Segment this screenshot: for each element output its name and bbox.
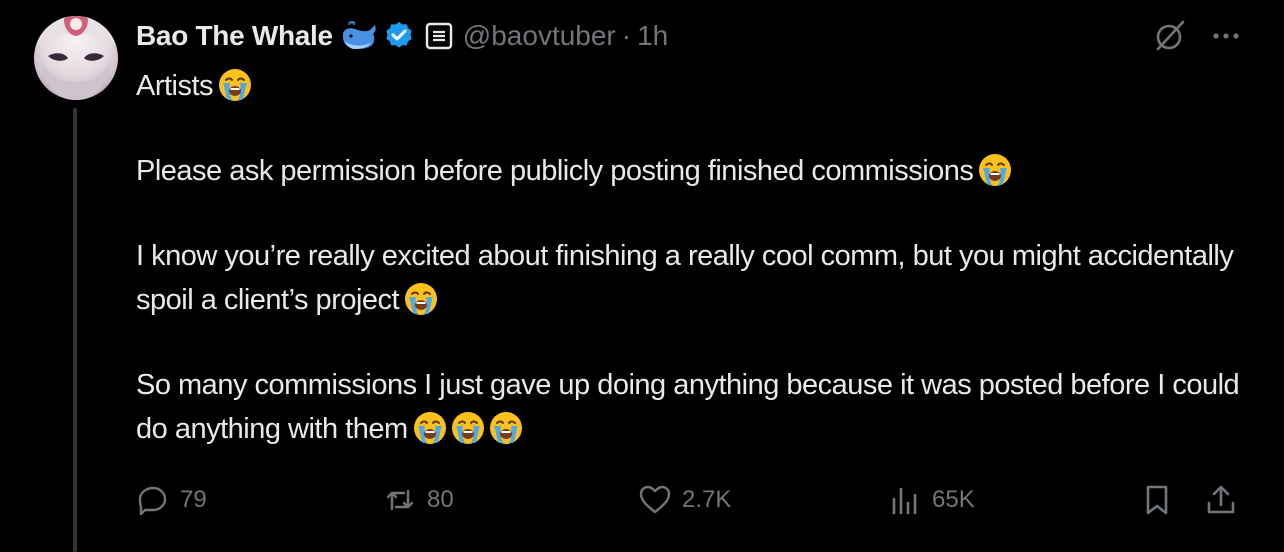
loudly-crying-face-icon — [977, 152, 1013, 188]
bookmark-icon[interactable] — [1140, 483, 1174, 517]
reply-icon — [136, 483, 170, 517]
loudly-crying-face-icon — [412, 410, 448, 446]
post-time[interactable]: 1h — [637, 20, 668, 52]
like-count: 2.7K — [682, 486, 732, 513]
tweet-text: Artists Please ask permission before pub… — [136, 64, 1256, 451]
view-count: 65K — [932, 486, 975, 513]
verified-badge-icon[interactable] — [383, 20, 415, 52]
more-icon[interactable] — [1208, 18, 1244, 54]
tweet-paragraph: Please ask permission before publicly po… — [136, 149, 1256, 193]
action-bar: 79 80 2.7K 65K — [136, 478, 1248, 522]
avatar-image — [34, 16, 118, 100]
heart-icon — [638, 483, 672, 517]
loudly-crying-face-icon — [217, 67, 253, 103]
author-handle[interactable]: @baovtuber — [463, 20, 616, 52]
paragraph-text: I know you’re really excited about finis… — [136, 240, 1234, 316]
repost-icon — [383, 483, 417, 517]
repost-button[interactable]: 80 — [383, 478, 454, 522]
like-button[interactable]: 2.7K — [638, 478, 731, 522]
tweet-paragraph: Artists — [136, 64, 1256, 108]
tweet-header: Bao The Whale @baovtuber · 1h — [136, 16, 1244, 56]
tweet-paragraph: So many commissions I just gave up doing… — [136, 363, 1256, 451]
secondary-actions — [1140, 478, 1248, 522]
reply-button[interactable]: 79 — [136, 478, 207, 522]
header-separator: · — [621, 20, 632, 51]
loudly-crying-face-icon — [488, 410, 524, 446]
top-actions — [1152, 18, 1244, 54]
avatar[interactable] — [34, 16, 118, 100]
grok-icon[interactable] — [1152, 18, 1188, 54]
loudly-crying-face-icon — [403, 281, 439, 317]
paragraph-text: Artists — [136, 70, 214, 102]
affiliate-badge-icon[interactable] — [425, 22, 453, 50]
whale-emoji-icon — [341, 21, 379, 51]
repost-count: 80 — [427, 486, 454, 513]
share-icon[interactable] — [1204, 483, 1238, 517]
loudly-crying-face-icon — [450, 410, 486, 446]
views-button[interactable]: 65K — [888, 478, 975, 522]
paragraph-text: Please ask permission before publicly po… — [136, 155, 974, 187]
thread-connector-line — [73, 108, 77, 552]
reply-count: 79 — [180, 486, 207, 513]
tweet-paragraph: I know you’re really excited about finis… — [136, 234, 1256, 322]
views-chart-icon — [888, 483, 922, 517]
author-name[interactable]: Bao The Whale — [136, 20, 333, 52]
paragraph-text: So many commissions I just gave up doing… — [136, 369, 1240, 445]
